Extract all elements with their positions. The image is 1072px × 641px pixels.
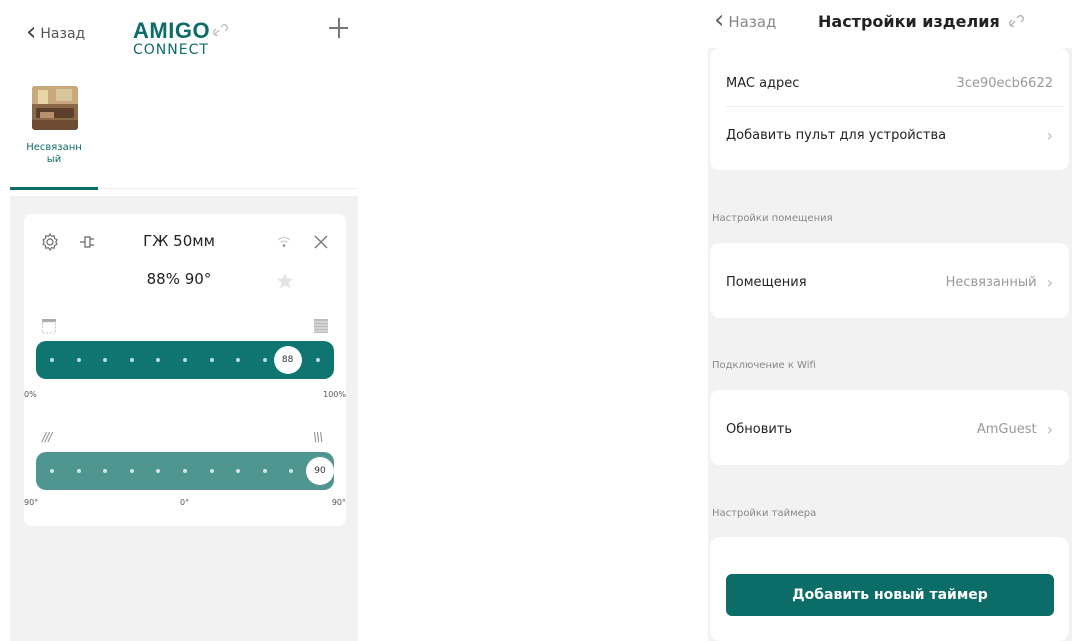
position-min-label: 0% bbox=[24, 390, 37, 399]
wifi-network-value: AmGuest bbox=[976, 422, 1037, 437]
mac-address-label: MAC адрес bbox=[726, 76, 800, 91]
back-label: Назад bbox=[728, 13, 777, 31]
rooms-value: Несвязанный bbox=[945, 275, 1037, 290]
settings-header: ‹ Назад Настройки изделия bbox=[708, 0, 1072, 48]
left-screen: ‹ Назад AMIGO CONNECT Несвязанн ый ГЖ 50… bbox=[10, 0, 358, 641]
close-icon[interactable] bbox=[312, 233, 330, 251]
device-card[interactable]: ГЖ 50мм 88% 90° 88 0% 100% /// \\\ 90 90… bbox=[24, 214, 346, 526]
shade-closed-icon bbox=[314, 319, 328, 333]
page-title-text: Настройки изделия bbox=[818, 12, 1000, 31]
wifi-update-row[interactable]: Обновить AmGuest › bbox=[726, 420, 1053, 439]
tilt-slider-knob[interactable]: 90 bbox=[306, 457, 334, 485]
tilt-left-icon: /// bbox=[42, 430, 52, 444]
tab-selected-indicator bbox=[10, 187, 98, 190]
slider-dot bbox=[76, 469, 81, 473]
slider-dot bbox=[76, 358, 81, 362]
right-screen: ‹ Назад Настройки изделия MAC адрес 3ce9… bbox=[708, 0, 1072, 641]
position-max-label: 100% bbox=[323, 390, 346, 399]
link-icon bbox=[213, 24, 228, 36]
room-tab-label: Несвязанн ый bbox=[10, 142, 98, 166]
star-icon[interactable] bbox=[276, 272, 294, 290]
back-button[interactable]: ‹ Назад bbox=[26, 17, 86, 47]
slider-dot bbox=[156, 469, 161, 473]
room-section-title: Настройки помещения bbox=[712, 213, 833, 224]
slider-dot bbox=[103, 469, 108, 473]
page-title: Настройки изделия bbox=[818, 12, 1026, 31]
slider-dot bbox=[289, 469, 294, 473]
position-slider[interactable]: 88 bbox=[36, 341, 334, 379]
tilt-left-label: 90° bbox=[24, 498, 39, 507]
tab-divider bbox=[98, 188, 358, 189]
tilt-center-label: 0° bbox=[180, 498, 190, 507]
link-icon bbox=[1008, 14, 1024, 27]
logo-text-connect: CONNECT bbox=[133, 42, 209, 58]
chevron-left-icon: ‹ bbox=[714, 5, 725, 35]
chevron-left-icon: ‹ bbox=[26, 17, 37, 47]
back-label: Назад bbox=[40, 26, 86, 42]
slider-dot bbox=[50, 358, 54, 362]
mac-address-value: 3ce90ecb6622 bbox=[956, 76, 1053, 91]
tilt-right-label: 90° bbox=[331, 498, 346, 507]
wifi-panel: Обновить AmGuest › bbox=[710, 390, 1069, 465]
mac-address-row: MAC адрес 3ce90ecb6622 bbox=[726, 76, 1053, 91]
timer-section-title: Настройки таймера bbox=[712, 508, 817, 519]
room-tab-label-line1: Несвязанн bbox=[26, 142, 82, 153]
rooms-row[interactable]: Помещения Несвязанный › bbox=[726, 273, 1053, 292]
slider-dot bbox=[183, 469, 187, 473]
slider-dot bbox=[316, 358, 320, 362]
chevron-right-icon: › bbox=[1046, 273, 1053, 292]
device-info-panel: MAC адрес 3ce90ecb6622 Добавить пульт дл… bbox=[710, 48, 1069, 170]
slider-dot bbox=[236, 358, 241, 362]
room-tab-unlinked[interactable]: Несвязанн ый bbox=[10, 84, 98, 190]
plug-icon[interactable] bbox=[78, 232, 98, 252]
tilt-slider[interactable]: 90 bbox=[36, 452, 334, 490]
device-list: ГЖ 50мм 88% 90° 88 0% 100% /// \\\ 90 90… bbox=[10, 196, 358, 641]
device-status: 88% 90° bbox=[146, 270, 212, 288]
add-button[interactable] bbox=[326, 16, 352, 42]
add-remote-label: Добавить пульт для устройства bbox=[726, 128, 947, 143]
position-slider-knob[interactable]: 88 bbox=[273, 346, 302, 374]
row-divider bbox=[726, 106, 1063, 107]
wifi-section-title: Подключение к Wifi bbox=[712, 360, 816, 371]
room-thumbnail bbox=[32, 86, 78, 130]
slider-dot bbox=[156, 358, 161, 362]
add-remote-row[interactable]: Добавить пульт для устройства › bbox=[726, 126, 1053, 145]
slider-dot bbox=[209, 469, 214, 473]
chevron-right-icon: › bbox=[1046, 420, 1053, 439]
slider-dot bbox=[103, 358, 108, 362]
slider-dot bbox=[236, 469, 241, 473]
chevron-right-icon: › bbox=[1046, 126, 1053, 145]
app-logo: AMIGO CONNECT bbox=[133, 20, 230, 58]
rooms-label: Помещения bbox=[726, 275, 807, 290]
shade-open-icon bbox=[42, 319, 56, 334]
slider-dot bbox=[183, 358, 187, 362]
slider-dot bbox=[50, 469, 54, 473]
wifi-icon bbox=[277, 236, 291, 247]
tilt-slider-track bbox=[50, 452, 320, 490]
slider-dot bbox=[129, 469, 134, 473]
room-tab-label-line2: ый bbox=[46, 154, 62, 165]
gear-icon[interactable] bbox=[40, 232, 60, 252]
slider-dot bbox=[129, 358, 134, 362]
slider-dot bbox=[209, 358, 214, 362]
back-button[interactable]: ‹ Назад bbox=[714, 5, 777, 35]
device-name: ГЖ 50мм bbox=[143, 232, 215, 250]
room-panel: Помещения Несвязанный › bbox=[710, 243, 1069, 318]
add-timer-button[interactable]: Добавить новый таймер bbox=[726, 574, 1054, 616]
slider-dot bbox=[262, 469, 267, 473]
wifi-update-label: Обновить bbox=[726, 422, 793, 437]
tilt-right-icon: \\\ bbox=[313, 430, 323, 444]
slider-dot bbox=[262, 358, 267, 362]
logo-text-amigo: AMIGO bbox=[133, 18, 211, 43]
